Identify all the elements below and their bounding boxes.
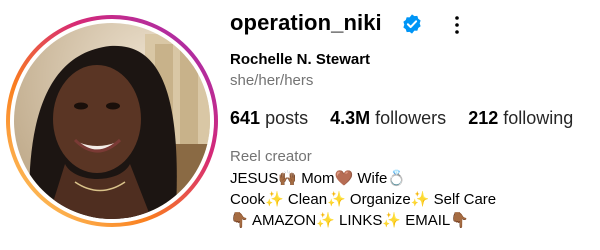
username: operation_niki [230,10,382,35]
account-category: Reel creator [230,148,312,165]
followers-count: 4.3M [330,108,371,128]
bio-line-3: 👇🏾 AMAZON✨ LINKS✨ EMAIL👇🏾 [230,212,469,229]
following-stat[interactable]: 212 following [468,108,573,129]
bio-line-1: JESUS🙌🏾 Mom🤎 Wife💍 [230,170,407,187]
more-options-icon[interactable] [447,14,467,36]
profile-stats: 641 posts 4.3M followers 212 following [230,108,573,129]
bio: JESUS🙌🏾 Mom🤎 Wife💍 Cook✨ Clean✨ Organize… [230,168,496,231]
posts-stat[interactable]: 641 posts [230,108,308,129]
followers-label: followers [375,108,447,128]
following-label: following [503,108,574,128]
posts-label: posts [265,108,309,128]
profile-avatar[interactable] [5,14,219,228]
bio-line-2: Cook✨ Clean✨ Organize✨ Self Care [230,191,497,208]
verified-badge-icon [403,14,421,34]
posts-count: 641 [230,108,261,128]
followers-stat[interactable]: 4.3M followers [330,108,446,129]
pronouns: she/her/hers [230,72,314,89]
avatar-image [6,15,218,227]
following-count: 212 [468,108,499,128]
full-name: Rochelle N. Stewart [230,51,371,68]
